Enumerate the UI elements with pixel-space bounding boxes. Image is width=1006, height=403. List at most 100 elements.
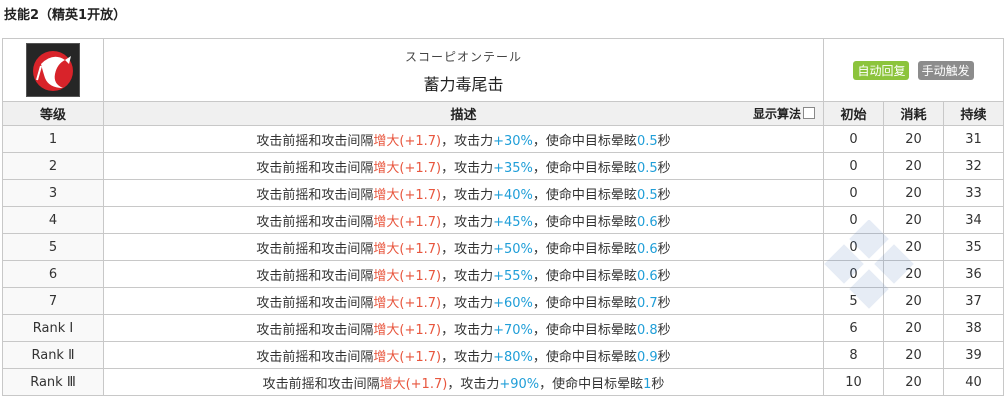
row-duration: 31 [943, 125, 1005, 153]
col-description-label: 描述 [450, 108, 477, 123]
table-row: Rank Ⅰ 攻击前摇和攻击间隔增大(+1.7)，攻击力+70%，使命中目标晕眩0… [2, 314, 1005, 342]
desc-prefix: 攻击前摇和攻击间隔 [256, 349, 374, 365]
table-row: 3 攻击前摇和攻击间隔增大(+1.7)，攻击力+40%，使命中目标晕眩0.5秒 0 2… [2, 179, 1005, 207]
column-header-row: 等级 描述 显示算法 初始 消耗 持续 [2, 101, 1005, 126]
row-cost: 20 [883, 341, 945, 369]
desc-unit: 秒 [657, 214, 671, 230]
desc-prefix: 攻击前摇和攻击间隔 [256, 214, 374, 230]
row-cost: 20 [883, 179, 945, 207]
skill-table: スコーピオンテール 蓄力毒尾击 自动回复 手动触发 等级 描述 显示算法 初始 … [2, 38, 1005, 396]
row-level: Rank Ⅱ [2, 341, 104, 369]
table-row: 7 攻击前摇和攻击间隔增大(+1.7)，攻击力+60%，使命中目标晕眩0.7秒 5 2… [2, 287, 1005, 315]
desc-atk-text: ，攻击力 [441, 241, 494, 257]
desc-stun-text: ，使命中目标晕眩 [539, 376, 644, 392]
row-description: 攻击前摇和攻击间隔增大(+1.7)，攻击力+90%，使命中目标晕眩1秒 [102, 368, 825, 396]
desc-atk-text: ，攻击力 [441, 295, 494, 311]
row-duration: 33 [943, 179, 1005, 207]
desc-atk-text: ，攻击力 [441, 160, 494, 176]
table-row: 5 攻击前摇和攻击间隔增大(+1.7)，攻击力+50%，使命中目标晕眩0.6秒 0 2… [2, 233, 1005, 261]
row-level: 3 [2, 179, 104, 207]
desc-atk-value: +90% [499, 376, 540, 392]
row-description: 攻击前摇和攻击间隔增大(+1.7)，攻击力+35%，使命中目标晕眩0.5秒 [102, 152, 825, 180]
row-initial: 0 [823, 233, 885, 261]
col-cost: 消耗 [883, 101, 945, 126]
desc-unit: 秒 [657, 322, 671, 338]
row-initial: 0 [823, 260, 885, 288]
row-description: 攻击前摇和攻击间隔增大(+1.7)，攻击力+70%，使命中目标晕眩0.8秒 [102, 314, 825, 342]
desc-stun-text: ，使命中目标晕眩 [532, 133, 637, 149]
desc-increase: 增大 [373, 160, 400, 176]
desc-increase: 增大 [373, 133, 400, 149]
desc-atk-value: +50% [493, 241, 533, 257]
desc-atk-value: +70% [493, 322, 533, 338]
desc-prefix: 攻击前摇和攻击间隔 [256, 187, 374, 203]
row-level: 5 [2, 233, 104, 261]
row-cost: 20 [883, 368, 945, 396]
row-initial: 0 [823, 125, 885, 153]
desc-atk-value: +55% [493, 268, 533, 284]
row-level: 1 [2, 125, 104, 153]
desc-increase: 增大 [373, 268, 400, 284]
desc-stun-value: 0.6 [636, 214, 658, 230]
section-title: 技能2（精英1开放） [4, 8, 127, 23]
desc-unit: 秒 [657, 295, 671, 311]
desc-interval-value: (+1.7) [399, 133, 442, 149]
table-row: 4 攻击前摇和攻击间隔增大(+1.7)，攻击力+45%，使命中目标晕眩0.6秒 0 2… [2, 206, 1005, 234]
row-cost: 20 [883, 152, 945, 180]
desc-stun-text: ，使命中目标晕眩 [532, 268, 637, 284]
desc-stun-value: 0.5 [636, 160, 658, 176]
desc-atk-text: ，攻击力 [441, 268, 494, 284]
desc-stun-text: ，使命中目标晕眩 [532, 160, 637, 176]
skill-name: 蓄力毒尾击 [423, 74, 504, 94]
desc-stun-value: 0.6 [636, 268, 658, 284]
show-formula-checkbox[interactable] [803, 107, 816, 119]
desc-prefix: 攻击前摇和攻击间隔 [256, 268, 374, 284]
col-initial: 初始 [823, 101, 885, 126]
desc-unit: 秒 [657, 349, 671, 365]
row-initial: 5 [823, 287, 885, 315]
desc-prefix: 攻击前摇和攻击间隔 [256, 241, 374, 257]
row-duration: 38 [943, 314, 1005, 342]
row-description: 攻击前摇和攻击间隔增大(+1.7)，攻击力+55%，使命中目标晕眩0.6秒 [102, 260, 825, 288]
desc-stun-value: 0.8 [636, 322, 658, 338]
row-cost: 20 [883, 233, 945, 261]
desc-atk-value: +80% [493, 349, 533, 365]
col-description: 描述 显示算法 [102, 101, 825, 126]
row-cost: 20 [883, 260, 945, 288]
desc-increase: 增大 [373, 187, 400, 203]
desc-atk-value: +45% [493, 214, 533, 230]
desc-atk-text: ，攻击力 [441, 322, 494, 338]
desc-atk-text: ，攻击力 [441, 133, 494, 149]
desc-atk-value: +40% [493, 187, 533, 203]
show-formula-toggle[interactable]: 显示算法 [753, 105, 816, 122]
desc-stun-text: ，使命中目标晕眩 [532, 322, 637, 338]
desc-atk-value: +30% [493, 133, 533, 149]
table-row: Rank Ⅲ 攻击前摇和攻击间隔增大(+1.7)，攻击力+90%，使命中目标晕眩1… [2, 368, 1005, 396]
row-level: 7 [2, 287, 104, 315]
desc-interval-value: (+1.7) [405, 376, 448, 392]
desc-prefix: 攻击前摇和攻击间隔 [256, 133, 374, 149]
row-duration: 39 [943, 341, 1005, 369]
desc-prefix: 攻击前摇和攻击间隔 [262, 376, 380, 392]
desc-atk-text: ，攻击力 [447, 376, 500, 392]
desc-unit: 秒 [657, 187, 671, 203]
row-level: 4 [2, 206, 104, 234]
desc-stun-value: 0.6 [636, 241, 658, 257]
row-cost: 20 [883, 314, 945, 342]
row-duration: 40 [943, 368, 1005, 396]
desc-atk-text: ，攻击力 [441, 349, 494, 365]
desc-atk-value: +60% [493, 295, 533, 311]
row-duration: 35 [943, 233, 1005, 261]
desc-prefix: 攻击前摇和攻击间隔 [256, 322, 374, 338]
row-description: 攻击前摇和攻击间隔增大(+1.7)，攻击力+30%，使命中目标晕眩0.5秒 [102, 125, 825, 153]
desc-stun-text: ，使命中目标晕眩 [532, 187, 637, 203]
desc-increase: 增大 [373, 214, 400, 230]
desc-interval-value: (+1.7) [399, 322, 442, 338]
row-initial: 0 [823, 206, 885, 234]
desc-increase: 增大 [373, 295, 400, 311]
col-duration: 持续 [943, 101, 1005, 126]
scorpion-tail-skill-icon [26, 43, 80, 97]
skill-header-row: スコーピオンテール 蓄力毒尾击 自动回复 手动触发 [2, 38, 1005, 102]
desc-stun-text: ，使命中目标晕眩 [532, 241, 637, 257]
row-duration: 32 [943, 152, 1005, 180]
